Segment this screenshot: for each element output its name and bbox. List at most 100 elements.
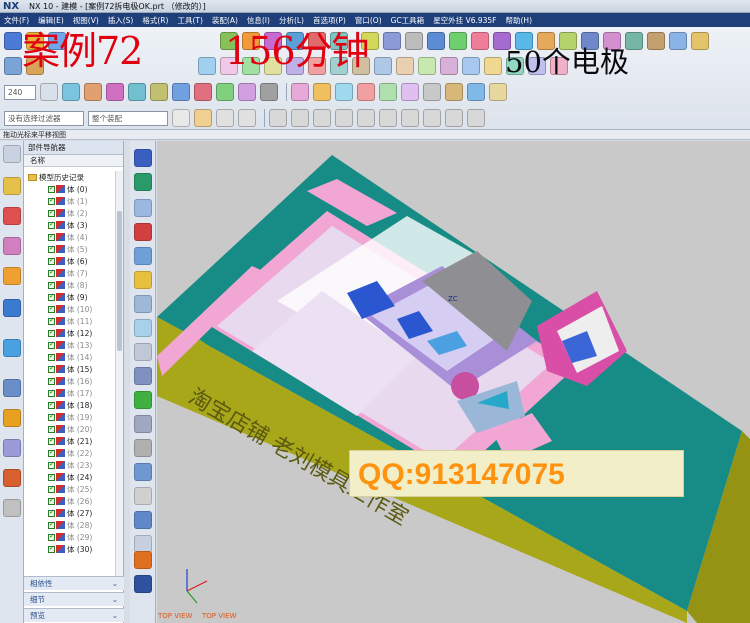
- checkbox-icon[interactable]: [48, 532, 55, 541]
- filter-funnel-icon[interactable]: [134, 319, 152, 337]
- edge-icon[interactable]: [691, 32, 709, 50]
- web-browser-icon[interactable]: [3, 299, 21, 317]
- sort-icon[interactable]: [134, 463, 152, 481]
- tool-icon[interactable]: [445, 83, 463, 101]
- select-box-icon[interactable]: [238, 109, 256, 127]
- layer-icon[interactable]: [440, 57, 458, 75]
- checkbox-icon[interactable]: [48, 376, 55, 385]
- tree-body-item[interactable]: 体 (30): [24, 543, 116, 555]
- system-materials-icon[interactable]: [3, 499, 21, 517]
- history-icon[interactable]: [3, 339, 21, 357]
- checkbox-icon[interactable]: [48, 496, 55, 505]
- checkbox-icon[interactable]: [48, 448, 55, 457]
- mirror-icon[interactable]: [128, 83, 146, 101]
- snap-end-icon[interactable]: [269, 109, 287, 127]
- tree-body-item[interactable]: 体 (29): [24, 531, 116, 543]
- checkbox-icon[interactable]: [48, 184, 55, 193]
- tree-root[interactable]: 模型历史记录: [24, 171, 116, 183]
- checkbox-icon[interactable]: [48, 280, 55, 289]
- report-icon[interactable]: [489, 83, 507, 101]
- menu-analysis[interactable]: 分析(L): [279, 15, 304, 26]
- checkbox-icon[interactable]: [48, 436, 55, 445]
- tree-body-item[interactable]: 体 (17): [24, 387, 116, 399]
- snap-point-icon[interactable]: [216, 109, 234, 127]
- tree-body-item[interactable]: 体 (23): [24, 459, 116, 471]
- checkbox-icon[interactable]: [48, 340, 55, 349]
- sheet-icon[interactable]: [134, 199, 152, 217]
- cone-icon[interactable]: [238, 83, 256, 101]
- sail-icon[interactable]: [134, 223, 152, 241]
- tree-body-item[interactable]: 体 (4): [24, 231, 116, 243]
- section-dependencies[interactable]: 相依性 ⌄: [24, 576, 124, 590]
- zoom-combo[interactable]: 240: [4, 84, 36, 100]
- menu-plugin[interactable]: 星空外挂 V6.935F: [433, 15, 496, 26]
- tool-kit-icon[interactable]: [3, 439, 21, 457]
- tree-body-item[interactable]: 体 (19): [24, 411, 116, 423]
- section-preview[interactable]: 预览 ⌄: [24, 608, 124, 622]
- tree-body-item[interactable]: 体 (20): [24, 423, 116, 435]
- checkbox-icon[interactable]: [48, 484, 55, 493]
- filter-icon[interactable]: [194, 109, 212, 127]
- scroll-thumb[interactable]: [117, 211, 122, 351]
- face-icon[interactable]: [669, 32, 687, 50]
- tree-body-item[interactable]: 体 (0): [24, 183, 116, 195]
- copy-icon-small[interactable]: [134, 487, 152, 505]
- snap-mid-icon[interactable]: [291, 109, 309, 127]
- checkbox-icon[interactable]: [48, 316, 55, 325]
- sphere-icon[interactable]: [405, 32, 423, 50]
- tree-body-item[interactable]: 体 (22): [24, 447, 116, 459]
- ruler-icon[interactable]: [260, 83, 278, 101]
- tree-body-item[interactable]: 体 (12): [24, 327, 116, 339]
- tree-body-item[interactable]: 体 (27): [24, 507, 116, 519]
- checkbox-icon[interactable]: [48, 400, 55, 409]
- section-details[interactable]: 细节 ⌄: [24, 592, 124, 606]
- tree-body-item[interactable]: 体 (9): [24, 291, 116, 303]
- checkbox-icon[interactable]: [48, 208, 55, 217]
- tree-body-item[interactable]: 体 (25): [24, 483, 116, 495]
- cube-red-icon[interactable]: [357, 83, 375, 101]
- menu-gc-toolkit[interactable]: GC工具箱: [391, 15, 425, 26]
- tree-body-item[interactable]: 体 (7): [24, 267, 116, 279]
- tree-body-item[interactable]: 体 (11): [24, 315, 116, 327]
- checkbox-icon[interactable]: [48, 520, 55, 529]
- menu-assembly[interactable]: 装配(A): [212, 15, 238, 26]
- unite-icon[interactable]: [449, 32, 467, 50]
- snap-center-icon[interactable]: [313, 109, 331, 127]
- tree-body-item[interactable]: 体 (5): [24, 243, 116, 255]
- tree-body-item[interactable]: 体 (14): [24, 351, 116, 363]
- menu-tools[interactable]: 工具(T): [177, 15, 202, 26]
- block-icon[interactable]: [427, 32, 445, 50]
- menu-preferences[interactable]: 首选项(P): [313, 15, 346, 26]
- checkbox-icon[interactable]: [48, 460, 55, 469]
- tree-body-item[interactable]: 体 (16): [24, 375, 116, 387]
- subtract-icon[interactable]: [471, 32, 489, 50]
- snap-tangent-icon[interactable]: [379, 109, 397, 127]
- name-tag-icon[interactable]: [134, 367, 152, 385]
- check-icon[interactable]: [134, 391, 152, 409]
- tree-body-item[interactable]: 体 (1): [24, 195, 116, 207]
- link-icon[interactable]: [134, 511, 152, 529]
- arrow-down-icon[interactable]: [134, 149, 152, 167]
- curve-icon[interactable]: [647, 32, 665, 50]
- clock-icon[interactable]: [3, 379, 21, 397]
- checkbox-icon[interactable]: [48, 508, 55, 517]
- shaded-icon[interactable]: [374, 57, 392, 75]
- tree-body-item[interactable]: 体 (24): [24, 471, 116, 483]
- tree-body-item[interactable]: 体 (8): [24, 279, 116, 291]
- selection-filter-combo[interactable]: 没有选择过滤器: [4, 110, 84, 126]
- checkbox-icon[interactable]: [48, 304, 55, 313]
- cube-blue-icon[interactable]: [335, 83, 353, 101]
- menu-format[interactable]: 格式(R): [142, 15, 168, 26]
- checkbox-icon[interactable]: [48, 544, 55, 553]
- checkbox-icon[interactable]: [48, 220, 55, 229]
- palette-icon[interactable]: [3, 409, 21, 427]
- tree-body-item[interactable]: 体 (26): [24, 495, 116, 507]
- graphics-viewport[interactable]: ZC 淘宝店铺 老刘模具工作室: [157, 141, 750, 623]
- tree-body-item[interactable]: 体 (21): [24, 435, 116, 447]
- copy-icon[interactable]: [106, 83, 124, 101]
- section-icon[interactable]: [418, 57, 436, 75]
- menu-insert[interactable]: 插入(S): [108, 15, 134, 26]
- cube-yellow-icon[interactable]: [313, 83, 331, 101]
- menu-info[interactable]: 信息(I): [247, 15, 270, 26]
- settings-icon[interactable]: [467, 83, 485, 101]
